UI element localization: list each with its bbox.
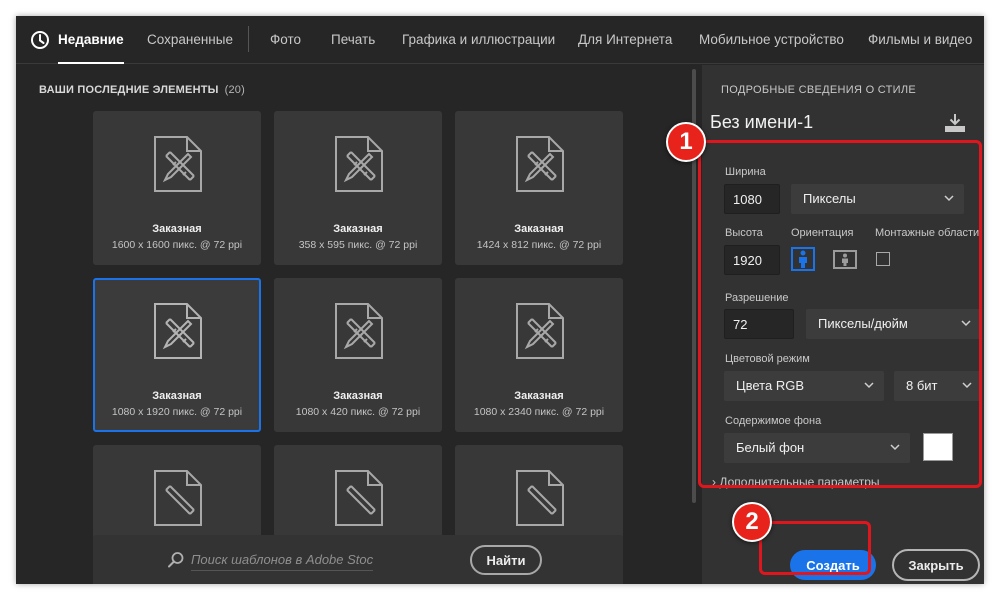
new-document-dialog: Недавние Сохраненные Фото Печать Графика… bbox=[16, 16, 984, 584]
width-input[interactable] bbox=[724, 184, 780, 214]
artboards-label: Монтажные области bbox=[875, 227, 980, 239]
document-preset-icon bbox=[335, 303, 383, 359]
preset-dimensions: 1080 x 1920 пикс. @ 72 ppi bbox=[111, 406, 243, 418]
document-preset-icon bbox=[154, 303, 202, 359]
tab-print[interactable]: Печать bbox=[331, 16, 375, 64]
document-preset-icon bbox=[516, 303, 564, 359]
portrait-orientation-icon[interactable] bbox=[791, 247, 815, 271]
recent-items-heading: ВАШИ ПОСЛЕДНИЕ ЭЛЕМЕНТЫ (20) bbox=[39, 84, 245, 96]
resolution-label: Разрешение bbox=[725, 292, 789, 304]
resolution-unit-select[interactable]: Пикселы/дюйм bbox=[806, 309, 981, 339]
width-unit-value: Пикселы bbox=[803, 191, 856, 206]
color-mode-select[interactable]: Цвета RGB bbox=[724, 371, 884, 401]
document-preset-icon bbox=[154, 470, 202, 526]
document-preset-icon bbox=[335, 136, 383, 192]
artboards-checkbox[interactable] bbox=[876, 252, 890, 266]
orientation-label: Ориентация bbox=[791, 227, 854, 239]
width-label: Ширина bbox=[725, 166, 766, 178]
document-name[interactable]: Без имени-1 bbox=[710, 112, 813, 133]
preset-card[interactable]: Заказная 1080 x 2340 пикс. @ 72 ppi bbox=[455, 278, 623, 432]
background-contents-select[interactable]: Белый фон bbox=[724, 433, 910, 463]
tab-divider bbox=[248, 26, 249, 52]
preset-card-selected[interactable]: Заказная 1080 x 1920 пикс. @ 72 ppi bbox=[93, 278, 261, 432]
width-unit-select[interactable]: Пикселы bbox=[791, 184, 964, 214]
preset-name: Заказная bbox=[514, 390, 564, 402]
tab-saved[interactable]: Сохраненные bbox=[147, 16, 233, 64]
preset-card[interactable]: Заказная 358 x 595 пикс. @ 72 ppi bbox=[274, 111, 442, 265]
preset-name: Заказная bbox=[152, 223, 202, 235]
background-color-swatch[interactable] bbox=[923, 433, 953, 461]
preset-name: Заказная bbox=[333, 223, 383, 235]
chevron-down-icon bbox=[864, 382, 874, 389]
tab-art-illustration[interactable]: Графика и иллюстрации bbox=[402, 16, 555, 64]
color-mode-value: Цвета RGB bbox=[736, 378, 804, 393]
background-contents-label: Содержимое фона bbox=[725, 415, 822, 427]
search-icon bbox=[168, 552, 184, 568]
tab-mobile[interactable]: Мобильное устройство bbox=[699, 16, 844, 64]
recent-items-area: ВАШИ ПОСЛЕДНИЕ ЭЛЕМЕНТЫ (20) Заказная 160… bbox=[16, 65, 702, 584]
landscape-orientation-icon[interactable] bbox=[833, 247, 857, 271]
tab-web[interactable]: Для Интернета bbox=[578, 16, 672, 64]
chevron-down-icon bbox=[961, 320, 971, 327]
tab-film-video[interactable]: Фильмы и видео bbox=[868, 16, 972, 64]
chevron-down-icon bbox=[944, 195, 954, 202]
stock-search-input[interactable] bbox=[191, 549, 373, 571]
annotation-badge-1: 1 bbox=[666, 122, 706, 162]
height-label: Высота bbox=[725, 227, 763, 239]
recent-items-title: ВАШИ ПОСЛЕДНИЕ ЭЛЕМЕНТЫ bbox=[39, 84, 219, 96]
preset-card[interactable]: Заказная 1424 x 812 пикс. @ 72 ppi bbox=[455, 111, 623, 265]
save-preset-icon[interactable] bbox=[944, 113, 966, 133]
find-button[interactable]: Найти bbox=[470, 545, 542, 575]
stock-search-bar: Найти bbox=[93, 535, 623, 584]
document-preset-icon bbox=[516, 470, 564, 526]
resolution-unit-value: Пикселы/дюйм bbox=[818, 316, 908, 331]
document-preset-icon bbox=[154, 136, 202, 192]
bit-depth-value: 8 бит bbox=[906, 378, 938, 393]
document-preset-icon bbox=[516, 136, 564, 192]
clock-icon bbox=[31, 31, 49, 49]
height-input[interactable] bbox=[724, 245, 780, 275]
preset-card[interactable]: Заказная 1600 x 1600 пикс. @ 72 ppi bbox=[93, 111, 261, 265]
chevron-right-icon: › bbox=[712, 475, 716, 489]
annotation-badge-2: 2 bbox=[732, 502, 772, 542]
preset-details-title: ПОДРОБНЫЕ СВЕДЕНИЯ О СТИЛЕ bbox=[721, 84, 917, 96]
create-button[interactable]: Создать bbox=[790, 550, 876, 580]
preset-name: Заказная bbox=[514, 223, 564, 235]
background-contents-value: Белый фон bbox=[736, 440, 805, 455]
tab-photo[interactable]: Фото bbox=[270, 16, 301, 64]
bit-depth-select[interactable]: 8 бит bbox=[894, 371, 982, 401]
preset-dimensions: 358 x 595 пикс. @ 72 ppi bbox=[298, 239, 418, 251]
advanced-options-label: Дополнительные параметры bbox=[719, 475, 880, 489]
preset-dimensions: 1080 x 2340 пикс. @ 72 ppi bbox=[473, 406, 605, 418]
color-mode-label: Цветовой режим bbox=[725, 353, 810, 365]
preset-name: Заказная bbox=[333, 390, 383, 402]
preset-category-tabs: Недавние Сохраненные Фото Печать Графика… bbox=[16, 16, 984, 64]
close-button[interactable]: Закрыть bbox=[892, 549, 980, 581]
chevron-down-icon bbox=[890, 444, 900, 451]
chevron-down-icon bbox=[962, 382, 972, 389]
recent-items-count: (20) bbox=[224, 84, 245, 96]
resolution-input[interactable] bbox=[724, 309, 794, 339]
document-preset-icon bbox=[335, 470, 383, 526]
preset-dimensions: 1080 x 420 пикс. @ 72 ppi bbox=[295, 406, 421, 418]
preset-card[interactable]: Заказная 1080 x 420 пикс. @ 72 ppi bbox=[274, 278, 442, 432]
tab-recent[interactable]: Недавние bbox=[58, 16, 124, 64]
preset-dimensions: 1424 x 812 пикс. @ 72 ppi bbox=[476, 239, 602, 251]
preset-name: Заказная bbox=[152, 390, 202, 402]
preset-dimensions: 1600 x 1600 пикс. @ 72 ppi bbox=[111, 239, 243, 251]
advanced-options-toggle[interactable]: › Дополнительные параметры bbox=[712, 475, 880, 489]
